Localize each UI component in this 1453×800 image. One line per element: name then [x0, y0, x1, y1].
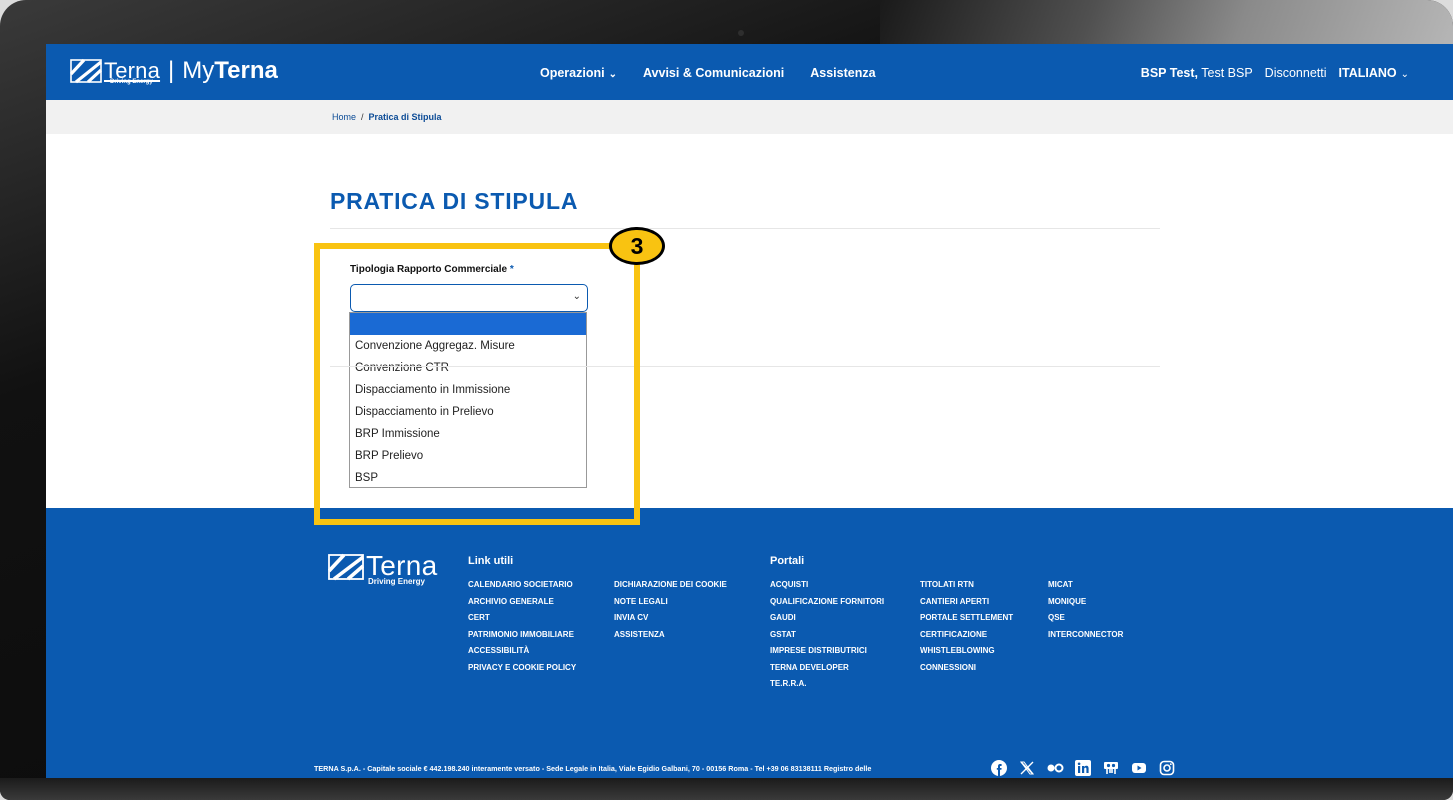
footer-link[interactable]: INVIA CV	[614, 610, 727, 627]
step-highlight-frame	[314, 243, 640, 525]
footer-link[interactable]: TITOLATI RTN	[920, 577, 1013, 594]
footer-link[interactable]: MONIQUE	[1048, 594, 1123, 611]
footer-link[interactable]: ACCESSIBILITÀ	[468, 643, 576, 660]
nav-assistenza[interactable]: Assistenza	[810, 66, 875, 80]
footer-link[interactable]: CANTIERI APERTI	[920, 594, 1013, 611]
footer-link[interactable]: CERTIFICAZIONE	[920, 627, 1013, 644]
footer-link[interactable]: PATRIMONIO IMMOBILIARE	[468, 627, 576, 644]
chevron-down-icon: ⌄	[608, 69, 617, 80]
footer-link[interactable]: NOTE LEGALI	[614, 594, 727, 611]
footer-link[interactable]: INTERCONNECTOR	[1048, 627, 1123, 644]
terna-logo-icon	[70, 58, 102, 84]
footer-brand-text: Terna	[366, 550, 438, 581]
nav-operazioni[interactable]: Operazioni ⌄	[540, 66, 617, 80]
footer-link[interactable]: IMPRESE DISTRIBUTRICI	[770, 643, 884, 660]
footer-link[interactable]: QUALIFICAZIONE FORNITORI	[770, 594, 884, 611]
breadcrumb-separator: /	[361, 112, 364, 122]
camera	[738, 30, 744, 36]
flickr-icon[interactable]	[1046, 760, 1064, 778]
footer-link[interactable]: ARCHIVIO GENERALE	[468, 594, 576, 611]
terna-logo[interactable]: Terna Driving Energy | MyTerna	[70, 57, 278, 85]
footer: Terna Driving Energy Link utili CALENDAR…	[46, 508, 1453, 778]
user-area: BSP Test, Test BSP Disconnetti ITALIANO ⌄	[1141, 66, 1409, 80]
page-title: PRATICA DI STIPULA	[330, 188, 579, 214]
bezel-glare	[880, 0, 1453, 46]
footer-link[interactable]: TE.R.R.A.	[770, 676, 884, 693]
footer-link[interactable]: QSE	[1048, 610, 1123, 627]
language-selector[interactable]: ITALIANO ⌄	[1339, 66, 1409, 80]
divider	[330, 228, 1160, 229]
myterna-logo: MyTerna	[182, 57, 278, 84]
breadcrumb-bar: Home / Pratica di Stipula	[46, 100, 1453, 134]
instagram-icon[interactable]	[1158, 760, 1176, 778]
nav-avvisi-comunicazioni[interactable]: Avvisi & Comunicazioni	[643, 66, 784, 80]
footer-link[interactable]: CONNESSIONI	[920, 660, 1013, 677]
breadcrumb: Home / Pratica di Stipula	[332, 112, 442, 122]
footer-link[interactable]: ACQUISTI	[770, 577, 884, 594]
legal-text: TERNA S.p.A. - Capitale sociale € 442.19…	[314, 764, 872, 773]
link-utili-heading: Link utili	[468, 555, 514, 567]
footer-tagline: Driving Energy	[368, 577, 425, 586]
breadcrumb-current: Pratica di Stipula	[368, 112, 442, 122]
portali-col3: MICAT MONIQUE QSE INTERCONNECTOR	[1048, 577, 1123, 643]
top-navbar: Terna Driving Energy | MyTerna Operazion…	[46, 44, 1453, 100]
chevron-down-icon: ⌄	[1400, 69, 1409, 80]
footer-link[interactable]: CALENDARIO SOCIETARIO	[468, 577, 576, 594]
logout-link[interactable]: Disconnetti	[1265, 66, 1327, 80]
footer-link[interactable]: DICHIARAZIONE DEI COOKIE	[614, 577, 727, 594]
footer-link[interactable]: MICAT	[1048, 577, 1123, 594]
logo-tagline: Driving Energy	[110, 79, 153, 85]
social-links	[990, 760, 1176, 778]
footer-link[interactable]: PORTALE SETTLEMENT	[920, 610, 1013, 627]
link-utili-col1: CALENDARIO SOCIETARIO ARCHIVIO GENERALE …	[468, 577, 576, 676]
browser-viewport: Terna Driving Energy | MyTerna Operazion…	[46, 44, 1453, 778]
user-name: BSP Test, Test BSP	[1140, 66, 1253, 80]
footer-link[interactable]: CERT	[468, 610, 576, 627]
footer-link[interactable]: GSTAT	[770, 627, 884, 644]
footer-link[interactable]: GAUDI	[770, 610, 884, 627]
youtube-icon[interactable]	[1130, 760, 1148, 778]
portali-col1: ACQUISTI QUALIFICAZIONE FORNITORI GAUDI …	[770, 577, 884, 693]
logo-separator: |	[168, 57, 175, 84]
footer-link[interactable]: ASSISTENZA	[614, 627, 727, 644]
footer-link[interactable]: PRIVACY E COOKIE POLICY	[468, 660, 576, 677]
x-icon[interactable]	[1018, 760, 1036, 778]
footer-terna-logo[interactable]: Terna Driving Energy	[328, 550, 438, 586]
terna-logo-icon	[328, 553, 364, 581]
laptop-bottom-bezel	[0, 778, 1453, 800]
breadcrumb-home[interactable]: Home	[332, 112, 356, 122]
link-utili-col2: DICHIARAZIONE DEI COOKIE NOTE LEGALI INV…	[614, 577, 727, 643]
facebook-icon[interactable]	[990, 760, 1008, 778]
footer-link[interactable]: TERNA DEVELOPER	[770, 660, 884, 677]
logo-brand-text: Terna	[104, 58, 161, 83]
footer-link[interactable]: WHISTLEBLOWING	[920, 643, 1013, 660]
main-nav: Operazioni ⌄ Avvisi & Comunicazioni Assis…	[540, 66, 876, 80]
portali-heading: Portali	[770, 555, 805, 567]
linkedin-icon[interactable]	[1074, 760, 1092, 778]
step-badge: 3	[609, 227, 665, 265]
laptop-bezel: Terna Driving Energy | MyTerna Operazion…	[0, 0, 1453, 800]
portali-col2: TITOLATI RTN CANTIERI APERTI PORTALE SET…	[920, 577, 1013, 676]
slideshare-icon[interactable]	[1102, 760, 1120, 778]
